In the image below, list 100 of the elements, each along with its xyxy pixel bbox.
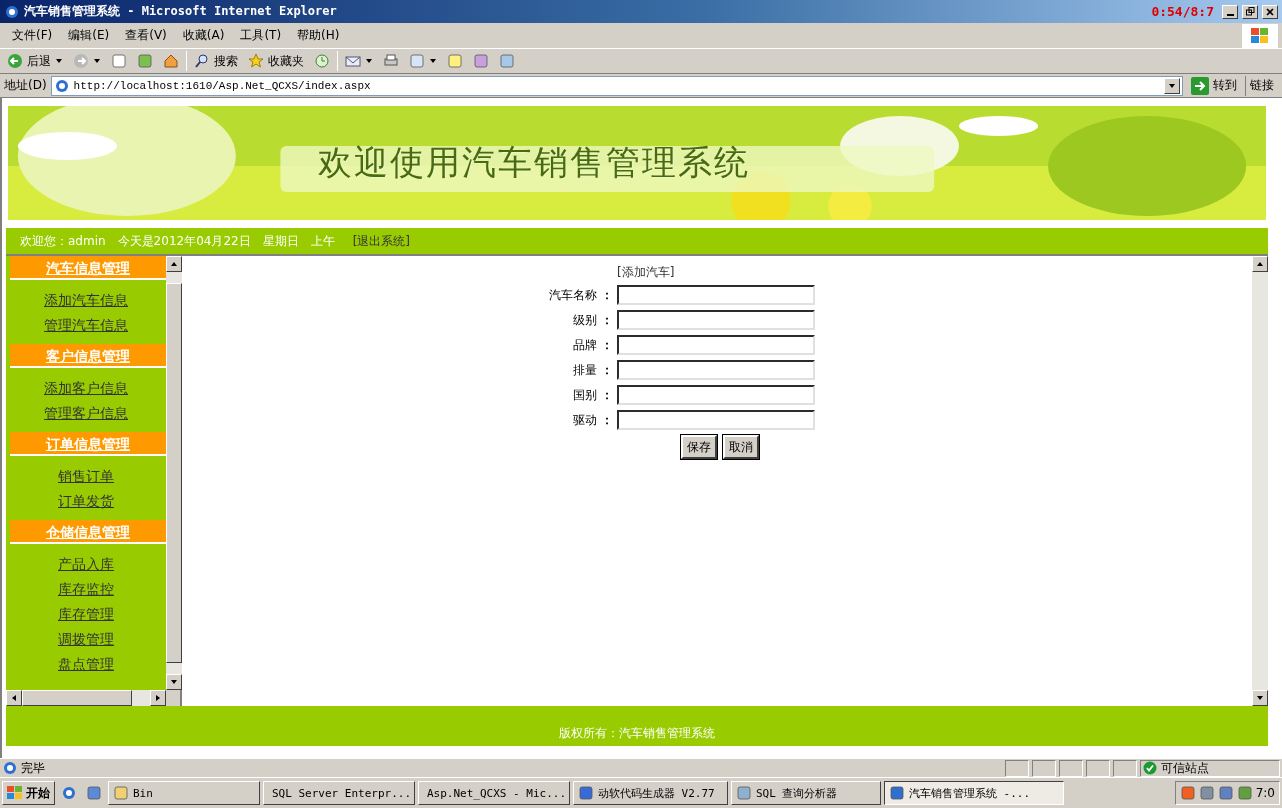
minimize-icon [1226,13,1234,16]
zone-text: 可信站点 [1161,759,1209,777]
status-pane [1086,759,1110,777]
sidebar-link[interactable]: 库存监控 [6,577,166,602]
period-text: 上午 [310,232,335,250]
app-icon [889,785,905,801]
field-label: 品牌 [572,336,597,354]
envelope-icon [345,53,361,69]
up-arrow-icon [1256,260,1264,268]
restore-icon [1245,7,1255,16]
status-pane [1059,759,1083,777]
search-button[interactable]: 搜索 [191,50,241,72]
menu-item[interactable]: 编辑(E) [60,25,118,46]
minimize-button[interactable] [1222,4,1238,19]
taskbar-button[interactable]: 汽车销售管理系统 -... [884,781,1064,805]
taskbar-button[interactable]: SQL 查询分析器 [731,781,881,805]
search-icon [194,53,210,69]
copyright-text: 版权所有：汽车销售管理系统 [559,725,715,742]
menu-item[interactable]: 查看(V) [117,25,175,46]
status-pane [1113,759,1137,777]
window-title: 汽车销售管理系统 - Microsoft Internet Explorer [24,3,337,20]
input-field[interactable] [617,360,815,380]
down-arrow-icon [1168,81,1176,90]
windows-logo [7,786,23,800]
vertical-scrollbar[interactable] [166,256,182,690]
colon: ： [601,286,613,304]
sidebar-link[interactable]: 添加汽车信息 [6,288,166,313]
cancel-button[interactable]: 取消 [723,435,759,459]
back-button[interactable]: 后退 [4,50,66,72]
sidebar-link[interactable]: 管理汽车信息 [6,313,166,338]
field-label: 国别 [572,386,597,404]
printer-icon [383,53,399,69]
input-field[interactable] [617,410,815,430]
address-field[interactable]: http://localhost:1610/Asp.Net_QCXS/index.aspx [50,75,1183,96]
links-button[interactable]: 链接 [1245,75,1278,96]
banner-title: 欢迎使用汽车销售管理系统 [318,141,750,184]
colon: ： [601,361,613,379]
input-field[interactable] [617,385,815,405]
right-arrow-icon [154,694,162,702]
field-label: 级别 [572,311,597,329]
app-icon [113,785,129,801]
form-title: [添加汽车] [617,264,676,280]
up-arrow-icon [170,260,178,268]
sidebar-link[interactable]: 调拨管理 [6,627,166,652]
left-arrow-icon [10,694,18,702]
star-icon [248,53,264,69]
colon: ： [601,336,613,354]
clock: 7:0 [1255,786,1275,800]
sidebar-link[interactable]: 库存管理 [6,602,166,627]
app-icon [1179,785,1196,801]
taskbar-button[interactable]: 动软代码生成器 V2.77 [573,781,728,805]
sidebar-link[interactable]: 产品入库 [6,552,166,577]
close-button[interactable] [1262,4,1278,19]
status-text: 完毕 [21,759,45,777]
taskbar-button[interactable]: SQL Server Enterpr... [263,781,415,805]
down-arrow-icon [93,57,101,65]
menu-item[interactable]: 帮助(H) [289,25,348,46]
down-arrow-icon [55,57,63,65]
check-icon [1143,761,1157,775]
vertical-scrollbar[interactable] [1252,256,1268,706]
field-label: 汽车名称 [549,286,597,304]
sidebar-link[interactable]: 管理客户信息 [6,401,166,426]
favorites-button[interactable]: 收藏夹 [245,50,307,72]
status-pane [1032,759,1056,777]
taskbar-button[interactable]: Asp.Net_QCXS - Mic... [418,781,570,805]
down-arrow-icon [170,678,178,686]
input-field[interactable] [617,335,815,355]
dropdown-button[interactable] [1164,77,1180,94]
menu-item[interactable]: 收藏(A) [174,25,233,46]
save-button[interactable]: 保存 [681,435,717,459]
date-text: 今天是2012年04月22日 [117,232,251,250]
logout-link[interactable]: [退出系统] [352,232,411,250]
field-label: 驱动 [572,411,597,429]
taskbar-button[interactable]: Bin [108,781,260,805]
app-icon [1236,785,1253,801]
field-label: 排量 [572,361,597,379]
menu-item[interactable]: 工具(T) [232,25,290,46]
restore-button[interactable] [1242,4,1258,19]
input-field[interactable] [617,285,815,305]
app-icon [578,785,594,801]
colon: ： [601,411,613,429]
sidebar-link[interactable]: 订单发货 [6,489,166,514]
colon: ： [601,386,613,404]
address-label: 地址(D) [4,77,47,94]
sidebar-link[interactable]: 添加客户信息 [6,376,166,401]
start-button[interactable]: 开始 [2,781,55,805]
weekday-text: 星期日 [262,232,299,250]
down-arrow-icon [1256,694,1264,702]
welcome-user: 欢迎您：admin [20,232,106,250]
go-button[interactable]: 转到 [1187,75,1241,96]
clock-icon [314,53,330,69]
close-icon [1266,7,1274,16]
horizontal-scrollbar[interactable] [6,690,166,706]
menu-item[interactable]: 文件(F) [4,25,61,46]
home-icon [163,53,179,69]
input-field[interactable] [617,310,815,330]
sidebar-link[interactable]: 销售订单 [6,464,166,489]
sidebar-link[interactable]: 盘点管理 [6,652,166,677]
down-arrow-icon [429,57,437,65]
colon: ： [601,311,613,329]
